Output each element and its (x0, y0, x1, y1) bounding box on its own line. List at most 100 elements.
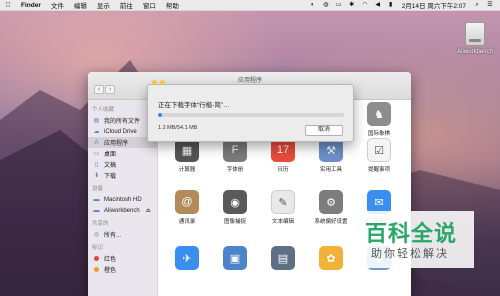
photo-booth-icon: ▤ (271, 246, 295, 270)
app-item[interactable]: ▣ (213, 246, 257, 273)
sidebar-header-shared: 共享的 (92, 221, 109, 227)
apple-menu-icon[interactable]:  (0, 2, 16, 9)
download-dialog: 正在下载字体“行楷-简”… 1.2 MB/54.1 MB 取消 (147, 80, 354, 142)
menu-bar:  Finder 文件 编辑 显示 前往 窗口 帮助 ◐ ◍ ▭ ✱ ◠ ◀ ▮… (0, 0, 500, 11)
app-item[interactable]: ▦ 计算器 (165, 138, 209, 173)
app-item[interactable]: ◉ 图像捕捉 (213, 190, 257, 225)
app-item[interactable]: ✎ 文本编辑 (261, 190, 305, 225)
window-controls (152, 80, 165, 85)
sidebar-header-tags: 标记 (92, 245, 104, 251)
app-item[interactable]: F 字体册 (213, 138, 257, 173)
all-files-icon: ▤ (93, 118, 100, 124)
app-item[interactable]: ▤ (261, 246, 305, 273)
window-title: 应用程序 (238, 78, 263, 84)
contacts-icon: @ (175, 190, 199, 214)
tag-orange-dot (94, 267, 99, 272)
eject-icon[interactable]: ⏏ (145, 207, 151, 214)
sidebar-item-shared-all[interactable]: ◎ 所有... (88, 229, 157, 240)
sidebar-item-label: 橙色 (104, 268, 117, 274)
qq-icon[interactable]: ◐ (309, 2, 317, 9)
watermark: 百科全说 助你轻松解决 (351, 211, 474, 268)
desktop-drive[interactable]: Aliworkbench (455, 22, 495, 55)
app-item[interactable]: ⚒ 实用工具 (309, 138, 353, 173)
app-label: 通讯录 (178, 219, 196, 225)
download-progress-bar (158, 113, 344, 117)
back-button[interactable]: ‹ (94, 85, 104, 94)
sidebar-item-label: 应用程序 (104, 141, 129, 147)
menu-window[interactable]: 窗口 (138, 0, 161, 10)
app-label: 系统偏好设置 (314, 219, 348, 225)
sidebar-item-label: Macintosh HD (104, 196, 142, 203)
mail-icon: ✈ (175, 246, 199, 270)
spotlight-icon[interactable]: ⌕ (473, 2, 481, 9)
network-icon: ◎ (93, 232, 100, 238)
app-item[interactable]: ⚙ 系统偏好设置 (309, 190, 353, 225)
app-label: 字体册 (226, 167, 244, 173)
cloud-icon: ☁ (93, 129, 100, 135)
app-label: 日历 (277, 167, 289, 173)
sidebar-item-desktop[interactable]: ▭ 桌面 (88, 148, 157, 159)
drive-label: Aliworkbench (457, 49, 493, 55)
sidebar-item-label: iCloud Drive (104, 128, 137, 135)
system-preferences-icon: ⚙ (319, 190, 343, 214)
app-item[interactable]: ✈ (165, 246, 209, 273)
app-item[interactable]: 17 日历 (261, 138, 305, 173)
menu-view[interactable]: 显示 (92, 0, 115, 10)
menu-help[interactable]: 帮助 (161, 0, 184, 10)
downloads-icon: ⬇ (93, 173, 100, 179)
menu-finder[interactable]: Finder (16, 2, 46, 9)
disk-icon: ▬ (93, 207, 100, 214)
clock[interactable]: 2月14日 周六下午2:07 (400, 0, 468, 10)
preview-icon: ▣ (223, 246, 247, 270)
wifi-icon[interactable]: ◠ (361, 2, 369, 9)
menu-file[interactable]: 文件 (46, 0, 69, 10)
app-label: 文本编辑 (271, 219, 294, 225)
sidebar-item-label: 下载 (104, 174, 117, 180)
sidebar-header-devices: 设备 (92, 186, 104, 192)
chess-icon: ♞ (367, 102, 391, 126)
sidebar-item-tag-red[interactable]: 红色 (88, 253, 157, 264)
screen-icon[interactable]: ▭ (335, 2, 343, 9)
sidebar-item-documents[interactable]: ▯ 文稿 (88, 159, 157, 170)
sidebar-item-tag-orange[interactable]: 橙色 (88, 264, 157, 275)
documents-icon: ▯ (94, 162, 99, 168)
sidebar-item-downloads[interactable]: ⬇ 下载 (88, 170, 157, 181)
sidebar-item-label: Aliworkbench (104, 207, 140, 214)
menu-edit[interactable]: 编辑 (69, 0, 92, 10)
app-label: 计算器 (178, 167, 196, 173)
volume-icon[interactable]: ◀ (374, 2, 382, 9)
battery-icon[interactable]: ▮ (387, 2, 395, 9)
app-label: 提醒事项 (367, 167, 390, 173)
download-size-text: 1.2 MB/54.1 MB (158, 125, 198, 131)
sidebar-item-aliworkbench[interactable]: ▬ Aliworkbench ⏏ (88, 205, 157, 216)
reminders-icon: ☑ (367, 138, 391, 162)
watermark-subtitle: 助你轻松解决 (371, 248, 449, 260)
status-area: ◐ ◍ ▭ ✱ ◠ ◀ ▮ 2月14日 周六下午2:07 ⌕ ☰ (309, 0, 500, 11)
external-disk-icon (465, 22, 485, 46)
menu-go[interactable]: 前往 (115, 0, 138, 10)
hard-drive-icon: ▬ (93, 196, 100, 203)
sidebar-item-label: 我的所有文件 (104, 119, 141, 125)
forward-button[interactable]: › (105, 85, 115, 94)
zoom-button[interactable] (160, 80, 165, 85)
sidebar-item-label: 红色 (104, 257, 117, 263)
app-label: 国际象棋 (367, 131, 390, 137)
textedit-icon: ✎ (271, 190, 295, 214)
app-label: 图像捕捉 (223, 219, 246, 225)
sidebar-item-label: 所有... (104, 233, 122, 239)
tag-red-dot (94, 256, 99, 261)
bluetooth-icon[interactable]: ✱ (348, 2, 356, 9)
notification-center-icon[interactable]: ☰ (486, 2, 494, 9)
app-item[interactable]: ♞ 国际象棋 (357, 102, 401, 137)
cancel-button[interactable]: 取消 (305, 125, 343, 136)
photos-icon: ✿ (319, 246, 343, 270)
sidebar-item-macintosh-hd[interactable]: ▬ Macintosh HD (88, 194, 157, 205)
minimize-button[interactable] (152, 80, 157, 85)
wechat-icon[interactable]: ◍ (322, 2, 330, 9)
sidebar-item-label: 文稿 (104, 163, 117, 169)
app-item[interactable]: @ 通讯录 (165, 190, 209, 225)
app-label: 实用工具 (319, 167, 342, 173)
app-item[interactable]: ☑ 提醒事项 (357, 138, 401, 173)
applications-icon: A (94, 139, 99, 146)
app-item[interactable]: ✿ (309, 246, 353, 273)
